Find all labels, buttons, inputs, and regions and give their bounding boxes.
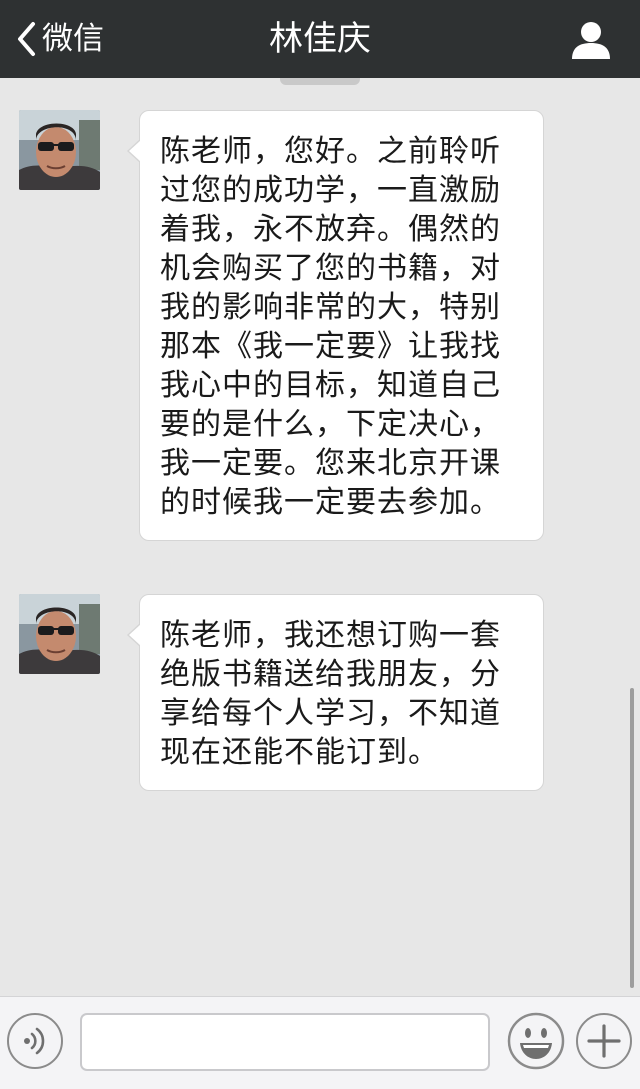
emoji-button[interactable]	[506, 1011, 566, 1071]
smiley-icon	[507, 1012, 565, 1070]
scrollbar[interactable]	[630, 688, 634, 988]
avatar[interactable]	[19, 110, 100, 190]
back-label: 微信	[42, 20, 104, 57]
more-options-button[interactable]	[576, 1013, 632, 1069]
message-input[interactable]	[80, 1013, 490, 1071]
message-text: 陈老师，我还想订购一套 绝版书籍送给我朋友，分 享给每个人学习，不知道 现在还能…	[160, 618, 501, 770]
message-text: 陈老师，您好。之前聆听 过您的成功学，一直激励 着我，永不放弃。偶然的 机会购买…	[160, 134, 501, 520]
message-bubble[interactable]: 陈老师，您好。之前聆听 过您的成功学，一直激励 着我，永不放弃。偶然的 机会购买…	[127, 110, 544, 541]
voice-input-button[interactable]	[7, 1013, 63, 1069]
navigation-bar: 微信 林佳庆	[0, 0, 640, 78]
person-icon	[572, 22, 610, 59]
back-button[interactable]: 微信	[16, 0, 104, 78]
voice-icon	[24, 1027, 45, 1055]
avatar-photo	[19, 594, 100, 674]
chevron-left-icon	[18, 22, 35, 56]
message-bubble[interactable]: 陈老师，我还想订购一套 绝版书籍送给我朋友，分 享给每个人学习，不知道 现在还能…	[127, 594, 544, 791]
avatar-photo	[19, 110, 100, 190]
plus-icon	[587, 1024, 621, 1058]
chat-info-button[interactable]	[570, 20, 612, 60]
avatar[interactable]	[19, 594, 100, 674]
input-bar	[0, 996, 640, 1089]
chat-message-list[interactable]: 陈老师，您好。之前聆听 过您的成功学，一直激励 着我，永不放弃。偶然的 机会购买…	[0, 78, 640, 996]
